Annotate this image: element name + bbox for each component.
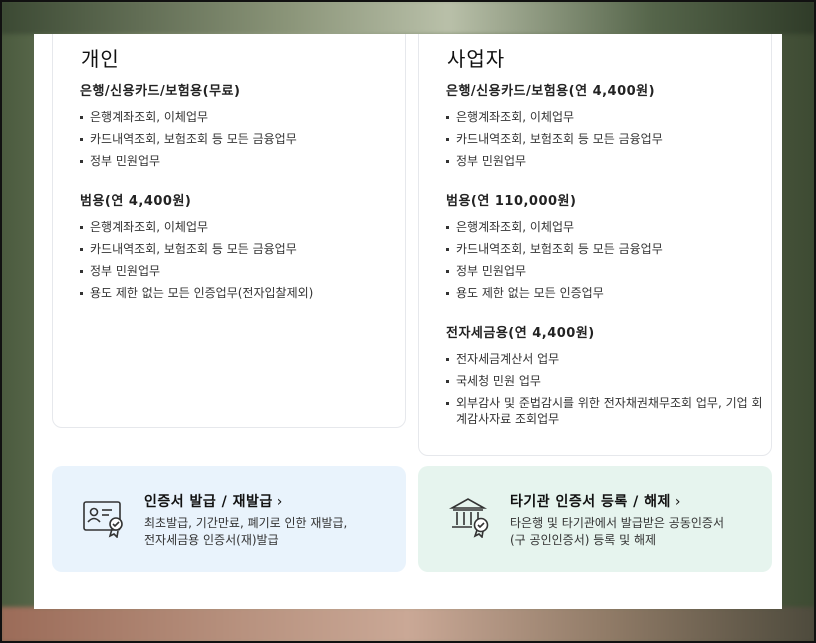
- window-border: [0, 0, 816, 643]
